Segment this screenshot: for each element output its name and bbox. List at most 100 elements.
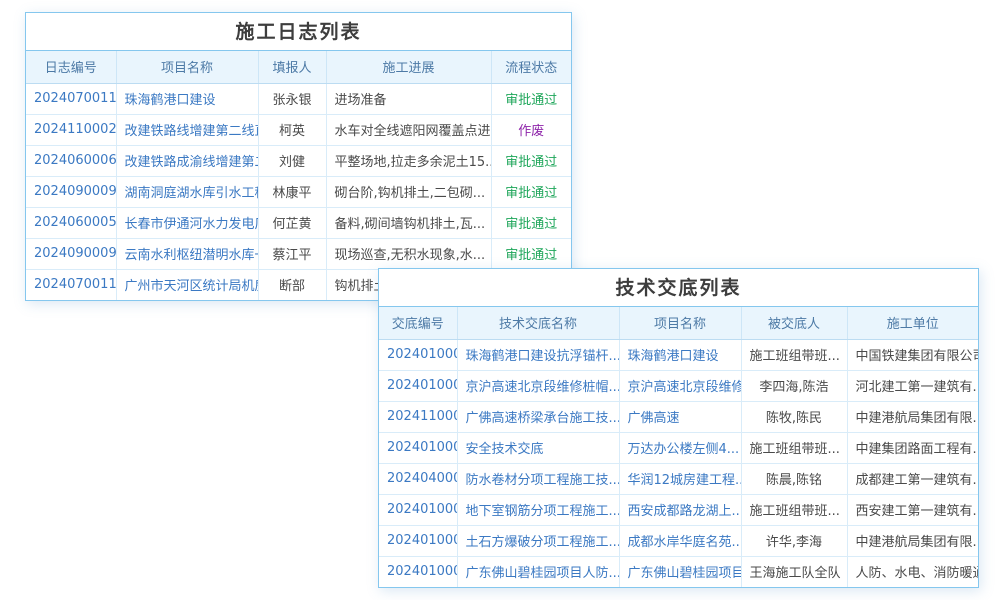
cell-progress: 平整场地,拉走多余泥土15... bbox=[326, 145, 491, 176]
cell-id[interactable]: 2024040001 bbox=[379, 463, 457, 494]
cell-progress: 水车对全线遮阳网覆盖点进... bbox=[326, 114, 491, 145]
cell-id[interactable]: 2024010001 bbox=[379, 556, 457, 587]
cell-project[interactable]: 珠海鹤港口建设 bbox=[619, 339, 741, 370]
column-header: 项目名称 bbox=[116, 51, 258, 83]
cell-project[interactable]: 万达办公楼左侧4... bbox=[619, 432, 741, 463]
cell-name[interactable]: 安全技术交底 bbox=[457, 432, 619, 463]
cell-id[interactable]: 2024070011 bbox=[26, 83, 116, 114]
table-body: 2024010003珠海鹤港口建设抗浮锚杆...珠海鹤港口建设施工班组带班...… bbox=[379, 339, 978, 587]
cell-receiver: 施工班组带班... bbox=[741, 432, 847, 463]
cell-project[interactable]: 云南水利枢纽潜明水库一... bbox=[116, 238, 258, 269]
technical-disclosure-title: 技术交底列表 bbox=[379, 269, 978, 307]
cell-name[interactable]: 珠海鹤港口建设抗浮锚杆... bbox=[457, 339, 619, 370]
status-badge: 审批通过 bbox=[491, 207, 571, 238]
cell-name[interactable]: 防水卷材分项工程施工技... bbox=[457, 463, 619, 494]
cell-reporter: 何芷黄 bbox=[258, 207, 326, 238]
table-row[interactable]: 2024010004京沪高速北京段维修桩帽...京沪高速北京段维修李四海,陈浩河… bbox=[379, 370, 978, 401]
cell-project[interactable]: 改建铁路线增建第二线直... bbox=[116, 114, 258, 145]
cell-project[interactable]: 京沪高速北京段维修 bbox=[619, 370, 741, 401]
table-row[interactable]: 2024010003安全技术交底万达办公楼左侧4...施工班组带班...中建集团… bbox=[379, 432, 978, 463]
cell-id[interactable]: 2024010003 bbox=[379, 339, 457, 370]
cell-project[interactable]: 华润12城房建工程... bbox=[619, 463, 741, 494]
table-row[interactable]: 2024010003珠海鹤港口建设抗浮锚杆...珠海鹤港口建设施工班组带班...… bbox=[379, 339, 978, 370]
cell-receiver: 陈晨,陈铭 bbox=[741, 463, 847, 494]
cell-id[interactable]: 2024060005 bbox=[26, 207, 116, 238]
cell-reporter: 断部 bbox=[258, 269, 326, 300]
cell-receiver: 陈牧,陈民 bbox=[741, 401, 847, 432]
cell-reporter: 林康平 bbox=[258, 176, 326, 207]
cell-id[interactable]: 2024110002 bbox=[26, 114, 116, 145]
cell-id[interactable]: 2024010003 bbox=[379, 432, 457, 463]
cell-unit: 人防、水电、消防暖通... bbox=[847, 556, 978, 587]
column-header: 填报人 bbox=[258, 51, 326, 83]
cell-unit: 成都建工第一建筑有... bbox=[847, 463, 978, 494]
cell-receiver: 李四海,陈浩 bbox=[741, 370, 847, 401]
table-row[interactable]: 2024040001防水卷材分项工程施工技...华润12城房建工程...陈晨,陈… bbox=[379, 463, 978, 494]
cell-project[interactable]: 长春市伊通河水力发电厂... bbox=[116, 207, 258, 238]
construction-log-panel: 施工日志列表 日志编号项目名称填报人施工进展流程状态 2024070011珠海鹤… bbox=[25, 12, 572, 301]
cell-project[interactable]: 改建铁路成渝线增建第二... bbox=[116, 145, 258, 176]
cell-reporter: 蔡江平 bbox=[258, 238, 326, 269]
construction-log-title: 施工日志列表 bbox=[26, 13, 571, 51]
cell-progress: 砌台阶,钩机排土,二包砌... bbox=[326, 176, 491, 207]
cell-project[interactable]: 湖南洞庭湖水库引水工程... bbox=[116, 176, 258, 207]
column-header: 流程状态 bbox=[491, 51, 571, 83]
cell-id[interactable]: 2024010002 bbox=[379, 494, 457, 525]
cell-reporter: 刘健 bbox=[258, 145, 326, 176]
status-badge: 审批通过 bbox=[491, 83, 571, 114]
column-header: 交底编号 bbox=[379, 307, 457, 339]
cell-name[interactable]: 广东佛山碧桂园项目人防... bbox=[457, 556, 619, 587]
cell-reporter: 张永银 bbox=[258, 83, 326, 114]
column-header: 日志编号 bbox=[26, 51, 116, 83]
cell-id[interactable]: 2024110001 bbox=[379, 401, 457, 432]
table-row[interactable]: 2024060006改建铁路成渝线增建第二...刘健平整场地,拉走多余泥土15.… bbox=[26, 145, 571, 176]
cell-receiver: 王海施工队全队 bbox=[741, 556, 847, 587]
cell-name[interactable]: 地下室钢筋分项工程施工... bbox=[457, 494, 619, 525]
cell-receiver: 施工班组带班... bbox=[741, 494, 847, 525]
technical-disclosure-table: 交底编号技术交底名称项目名称被交底人施工单位 2024010003珠海鹤港口建设… bbox=[379, 307, 978, 587]
cell-project[interactable]: 成都水岸华庭名苑... bbox=[619, 525, 741, 556]
column-header: 技术交底名称 bbox=[457, 307, 619, 339]
cell-unit: 西安建工第一建筑有... bbox=[847, 494, 978, 525]
cell-project[interactable]: 广东佛山碧桂园项目 bbox=[619, 556, 741, 587]
cell-unit: 河北建工第一建筑有... bbox=[847, 370, 978, 401]
table-row[interactable]: 2024010002土石方爆破分项工程施工...成都水岸华庭名苑...许华,李海… bbox=[379, 525, 978, 556]
status-badge: 审批通过 bbox=[491, 176, 571, 207]
cell-id[interactable]: 2024060006 bbox=[26, 145, 116, 176]
status-badge: 审批通过 bbox=[491, 238, 571, 269]
table-row[interactable]: 2024110002改建铁路线增建第二线直...柯英水车对全线遮阳网覆盖点进..… bbox=[26, 114, 571, 145]
cell-progress: 备料,砌间墙钩机排土,瓦... bbox=[326, 207, 491, 238]
cell-id[interactable]: 2024010004 bbox=[379, 370, 457, 401]
column-header: 施工单位 bbox=[847, 307, 978, 339]
cell-progress: 现场巡查,无积水现象,水... bbox=[326, 238, 491, 269]
table-header-row: 日志编号项目名称填报人施工进展流程状态 bbox=[26, 51, 571, 83]
cell-unit: 中建港航局集团有限... bbox=[847, 401, 978, 432]
cell-name[interactable]: 土石方爆破分项工程施工... bbox=[457, 525, 619, 556]
table-row[interactable]: 2024010002地下室钢筋分项工程施工...西安成都路龙湖上...施工班组带… bbox=[379, 494, 978, 525]
table-row[interactable]: 2024070011珠海鹤港口建设张永银进场准备审批通过 bbox=[26, 83, 571, 114]
cell-id[interactable]: 2024090009 bbox=[26, 238, 116, 269]
table-row[interactable]: 2024090009云南水利枢纽潜明水库一...蔡江平现场巡查,无积水现象,水.… bbox=[26, 238, 571, 269]
cell-project[interactable]: 广佛高速 bbox=[619, 401, 741, 432]
technical-disclosure-panel: 技术交底列表 交底编号技术交底名称项目名称被交底人施工单位 2024010003… bbox=[378, 268, 979, 588]
table-row[interactable]: 2024060005长春市伊通河水力发电厂...何芷黄备料,砌间墙钩机排土,瓦.… bbox=[26, 207, 571, 238]
cell-project[interactable]: 广州市天河区统计局机房... bbox=[116, 269, 258, 300]
cell-name[interactable]: 京沪高速北京段维修桩帽... bbox=[457, 370, 619, 401]
status-badge: 审批通过 bbox=[491, 145, 571, 176]
cell-reporter: 柯英 bbox=[258, 114, 326, 145]
cell-name[interactable]: 广佛高速桥梁承台施工技... bbox=[457, 401, 619, 432]
cell-id[interactable]: 2024010002 bbox=[379, 525, 457, 556]
cell-id[interactable]: 2024070011 bbox=[26, 269, 116, 300]
cell-project[interactable]: 珠海鹤港口建设 bbox=[116, 83, 258, 114]
status-badge: 作废 bbox=[491, 114, 571, 145]
table-row[interactable]: 2024010001广东佛山碧桂园项目人防...广东佛山碧桂园项目王海施工队全队… bbox=[379, 556, 978, 587]
cell-id[interactable]: 2024090009 bbox=[26, 176, 116, 207]
cell-unit: 中建集团路面工程有... bbox=[847, 432, 978, 463]
cell-project[interactable]: 西安成都路龙湖上... bbox=[619, 494, 741, 525]
table-row[interactable]: 2024090009湖南洞庭湖水库引水工程...林康平砌台阶,钩机排土,二包砌.… bbox=[26, 176, 571, 207]
construction-log-table: 日志编号项目名称填报人施工进展流程状态 2024070011珠海鹤港口建设张永银… bbox=[26, 51, 571, 300]
column-header: 被交底人 bbox=[741, 307, 847, 339]
column-header: 施工进展 bbox=[326, 51, 491, 83]
cell-unit: 中建港航局集团有限... bbox=[847, 525, 978, 556]
table-row[interactable]: 2024110001广佛高速桥梁承台施工技...广佛高速陈牧,陈民中建港航局集团… bbox=[379, 401, 978, 432]
